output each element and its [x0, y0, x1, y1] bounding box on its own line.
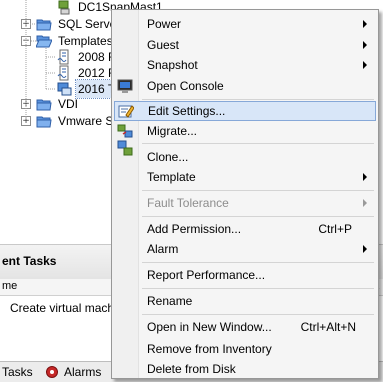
context-menu: Power Guest Snapshot Open Console Edit S…: [111, 9, 379, 379]
column-name-header[interactable]: me: [2, 280, 17, 292]
menu-item-label: Fault Tolerance: [147, 196, 229, 210]
menu-item-label: Power: [147, 17, 182, 31]
menu-separator: [142, 216, 374, 217]
menu-separator: [142, 262, 374, 263]
menu-separator: [142, 314, 374, 315]
menu-item-edit-settings[interactable]: Edit Settings...: [114, 101, 376, 121]
console-icon: [117, 79, 133, 93]
submenu-arrow-icon: [363, 20, 367, 28]
menu-separator: [142, 288, 374, 289]
task-row[interactable]: Create virtual machin: [10, 301, 123, 315]
menu-item-add-permission[interactable]: Add Permission... Ctrl+P: [114, 219, 376, 239]
submenu-arrow-icon: [363, 173, 367, 181]
menu-item-label: Guest: [147, 38, 180, 52]
menu-item-clone[interactable]: Clone...: [114, 140, 376, 167]
menu-item-report-performance[interactable]: Report Performance...: [114, 265, 376, 285]
menu-separator: [142, 99, 374, 100]
menu-item-label: Remove from Inventory: [147, 342, 272, 356]
submenu-arrow-icon: [363, 41, 367, 49]
menu-item-label: Alarm: [147, 242, 179, 256]
menu-item-guest[interactable]: Guest: [114, 35, 376, 55]
menu-item-open-new-window[interactable]: Open in New Window... Ctrl+Alt+N: [114, 317, 376, 337]
menu-item-template[interactable]: Template: [114, 167, 376, 187]
edit-settings-icon: [118, 105, 134, 118]
menu-item-delete-disk[interactable]: Delete from Disk: [114, 359, 376, 379]
shortcut-label: Ctrl+Alt+N: [300, 320, 356, 334]
menu-separator: [142, 190, 374, 191]
menu-item-label: Open in New Window...: [147, 320, 272, 334]
menu-item-label: Snapshot: [147, 58, 198, 72]
submenu-arrow-icon: [363, 245, 367, 253]
menu-item-remove-inventory[interactable]: Remove from Inventory: [114, 339, 376, 359]
tree-item-label: VDI: [58, 97, 79, 111]
menu-item-label: Report Performance...: [147, 268, 266, 282]
menu-item-label: Edit Settings...: [148, 104, 226, 118]
clone-icon: [117, 140, 133, 156]
menu-separator: [142, 143, 374, 144]
recent-tasks-title: ent Tasks: [2, 254, 57, 268]
tree-connector-lines: [25, 0, 56, 120]
tab-alarms[interactable]: Alarms: [64, 365, 101, 379]
menu-item-fault-tolerance: Fault Tolerance: [114, 193, 376, 213]
menu-item-open-console[interactable]: Open Console: [114, 76, 376, 96]
submenu-arrow-icon: [363, 199, 367, 207]
menu-item-label: Add Permission...: [147, 222, 242, 236]
menu-item-snapshot[interactable]: Snapshot: [114, 55, 376, 75]
tree-item-label: Vmware S: [58, 114, 114, 128]
alarm-icon: [46, 366, 58, 378]
menu-item-label: Clone...: [147, 150, 189, 164]
menu-item-label: Template: [147, 170, 196, 184]
migrate-icon: [117, 124, 133, 138]
menu-item-migrate[interactable]: Migrate...: [114, 121, 376, 141]
menu-item-label: Rename: [147, 294, 193, 308]
tree-item-label: SQL Serve: [58, 17, 117, 31]
menu-item-rename[interactable]: Rename: [114, 291, 376, 311]
menu-item-label: Delete from Disk: [147, 362, 236, 376]
tab-tasks[interactable]: Tasks: [2, 365, 33, 379]
submenu-arrow-icon: [363, 61, 367, 69]
menu-item-alarm[interactable]: Alarm: [114, 239, 376, 259]
menu-item-label: Migrate...: [147, 124, 198, 138]
menu-item-power[interactable]: Power: [114, 14, 376, 34]
menu-item-label: Open Console: [147, 79, 224, 93]
shortcut-label: Ctrl+P: [318, 222, 352, 236]
